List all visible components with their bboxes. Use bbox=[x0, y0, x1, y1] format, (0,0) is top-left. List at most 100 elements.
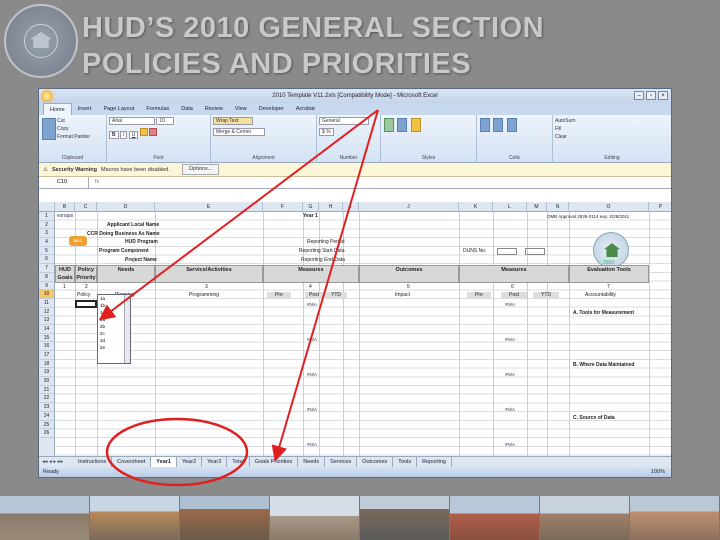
row-header[interactable]: 6 bbox=[39, 255, 54, 265]
format-cells-icon[interactable] bbox=[506, 118, 517, 132]
row-header[interactable]: 9 bbox=[39, 282, 54, 291]
cell-styles-icon[interactable] bbox=[410, 118, 421, 132]
row-header[interactable]: 5 bbox=[39, 247, 54, 256]
maximize-button[interactable]: ▫ bbox=[646, 91, 656, 100]
row-header[interactable]: 25 bbox=[39, 421, 54, 430]
column-header[interactable]: B bbox=[55, 202, 75, 212]
row-header[interactable]: 11 bbox=[39, 299, 54, 308]
row-header[interactable]: 21 bbox=[39, 386, 54, 395]
tab-page-layout[interactable]: Page Layout bbox=[97, 103, 140, 115]
column-header[interactable]: I bbox=[343, 202, 359, 212]
row-header[interactable]: 1 bbox=[39, 212, 54, 221]
row-header[interactable]: 20 bbox=[39, 377, 54, 386]
select-all-corner[interactable] bbox=[39, 202, 55, 212]
selected-cell-c10[interactable] bbox=[75, 300, 97, 308]
row-header[interactable]: 4 bbox=[39, 238, 54, 247]
sheet-tab-reporting[interactable]: Reporting bbox=[417, 457, 452, 467]
sheet-tab-instructions[interactable]: Instructions bbox=[73, 457, 113, 467]
dropdown-scrollbar[interactable] bbox=[124, 295, 130, 363]
tab-formulas[interactable]: Formulas bbox=[140, 103, 175, 115]
sheet-tab-needs[interactable]: Needs bbox=[298, 457, 326, 467]
row-header[interactable]: 23 bbox=[39, 403, 54, 412]
row-header-selected[interactable]: 10 bbox=[39, 290, 54, 299]
row-header[interactable]: 22 bbox=[39, 394, 54, 404]
row-header[interactable]: 15 bbox=[39, 334, 54, 343]
row-header[interactable]: 12 bbox=[39, 308, 54, 317]
sheet-nav-arrows-icon[interactable]: ◂◂ ◂ ▸ ▸▸ bbox=[39, 457, 73, 467]
column-header[interactable]: M bbox=[527, 202, 547, 212]
font-color-icon[interactable] bbox=[149, 128, 158, 136]
evaluation-tools-header: Evaluation Tools bbox=[569, 265, 649, 283]
row-header[interactable]: 24 bbox=[39, 412, 54, 421]
delete-cells-icon[interactable] bbox=[493, 118, 504, 132]
format-as-table-icon[interactable] bbox=[397, 118, 408, 132]
currency-button[interactable]: $ % bbox=[319, 128, 334, 136]
zoom-level[interactable]: 100% bbox=[651, 467, 665, 477]
row-header[interactable]: 26 bbox=[39, 429, 54, 438]
tab-home[interactable]: Home bbox=[43, 103, 72, 115]
sheet-tab-tools[interactable]: Tools bbox=[393, 457, 418, 467]
column-header[interactable]: K bbox=[459, 202, 493, 212]
row-header[interactable]: 16 bbox=[39, 342, 54, 351]
font-name-select[interactable]: Arial bbox=[109, 117, 155, 125]
row-header[interactable]: 3 bbox=[39, 229, 54, 239]
row-header[interactable]: 13 bbox=[39, 316, 54, 325]
row-header[interactable]: 2 bbox=[39, 221, 54, 230]
number-format-select[interactable]: General bbox=[319, 117, 369, 125]
fx-icon[interactable]: fx bbox=[89, 177, 99, 188]
tab-review[interactable]: Review bbox=[199, 103, 229, 115]
sheet-tab-services[interactable]: Services bbox=[325, 457, 358, 467]
underline-button[interactable]: U bbox=[128, 130, 139, 139]
sheet-tab-total[interactable]: Total bbox=[227, 457, 250, 467]
duns-input-2[interactable] bbox=[525, 248, 545, 255]
column-header[interactable]: N bbox=[547, 202, 569, 212]
column-header[interactable]: P bbox=[649, 202, 671, 212]
close-button[interactable]: × bbox=[658, 91, 668, 100]
cell-area[interactable]: esnaps Year 1 OMB Approval 2535-0114 exp… bbox=[55, 212, 671, 458]
column-header[interactable]: J bbox=[359, 202, 459, 212]
insert-cells-icon[interactable] bbox=[480, 118, 490, 132]
row-header[interactable]: 19 bbox=[39, 368, 54, 378]
column-header[interactable]: O bbox=[569, 202, 649, 212]
row-header[interactable]: 18 bbox=[39, 360, 54, 369]
merge-center-button[interactable]: Merge & Center bbox=[213, 128, 265, 136]
fill-button[interactable]: Fill bbox=[555, 125, 669, 133]
tab-insert[interactable]: Insert bbox=[72, 103, 98, 115]
tab-acrobat[interactable]: Acrobat bbox=[290, 103, 321, 115]
font-size-select[interactable]: 10 bbox=[156, 117, 175, 125]
column-header[interactable]: D bbox=[97, 202, 155, 212]
sheet-tab-year2[interactable]: Year2 bbox=[177, 457, 203, 467]
clear-button[interactable]: Clear bbox=[555, 133, 669, 141]
sheet-tab-outcomes[interactable]: Outcomes bbox=[357, 457, 394, 467]
duns-input-1[interactable] bbox=[497, 248, 517, 255]
tab-view[interactable]: View bbox=[229, 103, 253, 115]
office-button-icon[interactable] bbox=[41, 90, 53, 102]
sheet-tab-coversheet[interactable]: Coversheet bbox=[112, 457, 152, 467]
bold-button[interactable]: B bbox=[109, 130, 119, 139]
row-header[interactable]: 17 bbox=[39, 351, 54, 360]
tab-data[interactable]: Data bbox=[175, 103, 199, 115]
row-header[interactable]: 7 bbox=[39, 264, 54, 273]
column-header[interactable]: L bbox=[493, 202, 527, 212]
row-header[interactable]: 14 bbox=[39, 325, 54, 334]
conditional-formatting-icon[interactable] bbox=[384, 118, 394, 132]
name-box[interactable]: C10 bbox=[39, 177, 89, 188]
column-header[interactable]: H bbox=[319, 202, 343, 212]
autosum-button[interactable]: AutoSum bbox=[555, 117, 669, 125]
minimize-button[interactable]: – bbox=[634, 91, 644, 100]
tab-developer[interactable]: Developer bbox=[253, 103, 290, 115]
fill-color-icon[interactable] bbox=[139, 128, 148, 136]
sheet-tab-goals-priorities[interactable]: Goals Priorities bbox=[250, 457, 299, 467]
column-header[interactable]: C bbox=[75, 202, 97, 212]
policy-priority-dropdown[interactable]: 1a 1b 1c 2a 2b 2c 2d 2e bbox=[97, 294, 131, 364]
paste-icon[interactable] bbox=[42, 118, 56, 140]
options-button[interactable]: Options... bbox=[181, 164, 220, 175]
wrap-text-button[interactable]: Wrap Text bbox=[213, 117, 253, 125]
column-header[interactable]: E bbox=[155, 202, 263, 212]
row-header[interactable]: 8 bbox=[39, 273, 54, 282]
column-header[interactable]: F bbox=[263, 202, 303, 212]
sheet-tab-year3[interactable]: Year3 bbox=[202, 457, 228, 467]
column-header[interactable]: G bbox=[303, 202, 319, 212]
italic-button[interactable]: I bbox=[120, 130, 128, 139]
sheet-tab-year1[interactable]: Year1 bbox=[151, 457, 177, 467]
